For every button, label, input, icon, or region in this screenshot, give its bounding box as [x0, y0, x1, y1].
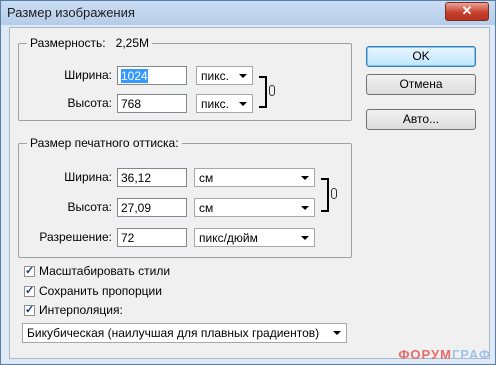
resample-label[interactable]: Интерполяция:: [39, 303, 123, 317]
chain-link-icon: [331, 188, 337, 199]
document-width-label: Ширина:: [64, 170, 112, 184]
constrain-proportions-checkbox[interactable]: ✓: [24, 286, 35, 297]
document-height-label: Высота:: [67, 200, 112, 214]
pixel-dimensions-group: Размерность: 2,25M Ширина: 1024 пикс. Вы…: [18, 36, 352, 121]
chevron-down-icon: [239, 74, 247, 78]
document-width-input[interactable]: 36,12: [117, 168, 187, 187]
resolution-unit-select[interactable]: пикс/дюйм: [194, 228, 315, 247]
pixel-height-label: Высота:: [67, 96, 112, 110]
close-icon: ✕: [461, 3, 473, 18]
resolution-label: Разрешение:: [39, 230, 112, 244]
ok-button[interactable]: OK: [366, 46, 476, 67]
document-height-input[interactable]: 27,09: [117, 198, 187, 217]
pixel-width-input[interactable]: 1024: [117, 66, 187, 85]
scale-styles-checkbox[interactable]: ✓: [24, 266, 35, 277]
dialog-window: Размер изображения ✕ Размерность: 2,25M …: [0, 0, 496, 365]
pixel-dimensions-legend: Размерность: 2,25M: [27, 36, 153, 50]
constrain-proportions-label[interactable]: Сохранить пропорции: [39, 284, 162, 298]
resample-checkbox[interactable]: ✓: [24, 305, 35, 316]
title-bar[interactable]: Размер изображения ✕: [1, 1, 495, 25]
window-title: Размер изображения: [7, 5, 135, 20]
watermark-logo: ФОРУМГРАФ: [398, 347, 491, 362]
chain-link-icon: [269, 85, 275, 96]
checkmark-icon: ✓: [25, 304, 35, 316]
chevron-down-icon: [239, 102, 247, 106]
pixel-width-label: Ширина:: [64, 68, 112, 82]
close-button[interactable]: ✕: [445, 2, 489, 21]
document-height-unit-select[interactable]: см: [194, 198, 315, 217]
checkmark-icon: ✓: [25, 285, 35, 297]
scale-styles-label[interactable]: Масштабировать стили: [39, 264, 170, 278]
resample-method-select[interactable]: Бикубическая (наилучшая для плавных град…: [22, 323, 347, 343]
document-width-unit-select[interactable]: см: [194, 168, 315, 187]
resolution-input[interactable]: 72: [117, 228, 187, 247]
chevron-down-icon: [301, 206, 309, 210]
auto-button[interactable]: Авто...: [366, 109, 476, 130]
constrain-bracket: [321, 178, 329, 212]
checkmark-icon: ✓: [25, 265, 35, 277]
chevron-down-icon: [301, 236, 309, 240]
chevron-down-icon: [333, 331, 341, 335]
pixel-width-unit-select[interactable]: пикс.: [196, 66, 253, 85]
document-size-legend: Размер печатного оттиска:: [27, 136, 182, 150]
cancel-button[interactable]: Отмена: [366, 74, 476, 95]
constrain-bracket: [259, 76, 267, 108]
document-size-group: Размер печатного оттиска: Ширина: 36,12 …: [18, 136, 352, 258]
chevron-down-icon: [301, 176, 309, 180]
pixel-height-unit-select[interactable]: пикс.: [196, 94, 253, 113]
dialog-body: Размерность: 2,25M Ширина: 1024 пикс. Вы…: [9, 27, 490, 359]
pixel-dimensions-size: 2,25M: [115, 36, 150, 50]
pixel-height-input[interactable]: 768: [117, 94, 187, 113]
